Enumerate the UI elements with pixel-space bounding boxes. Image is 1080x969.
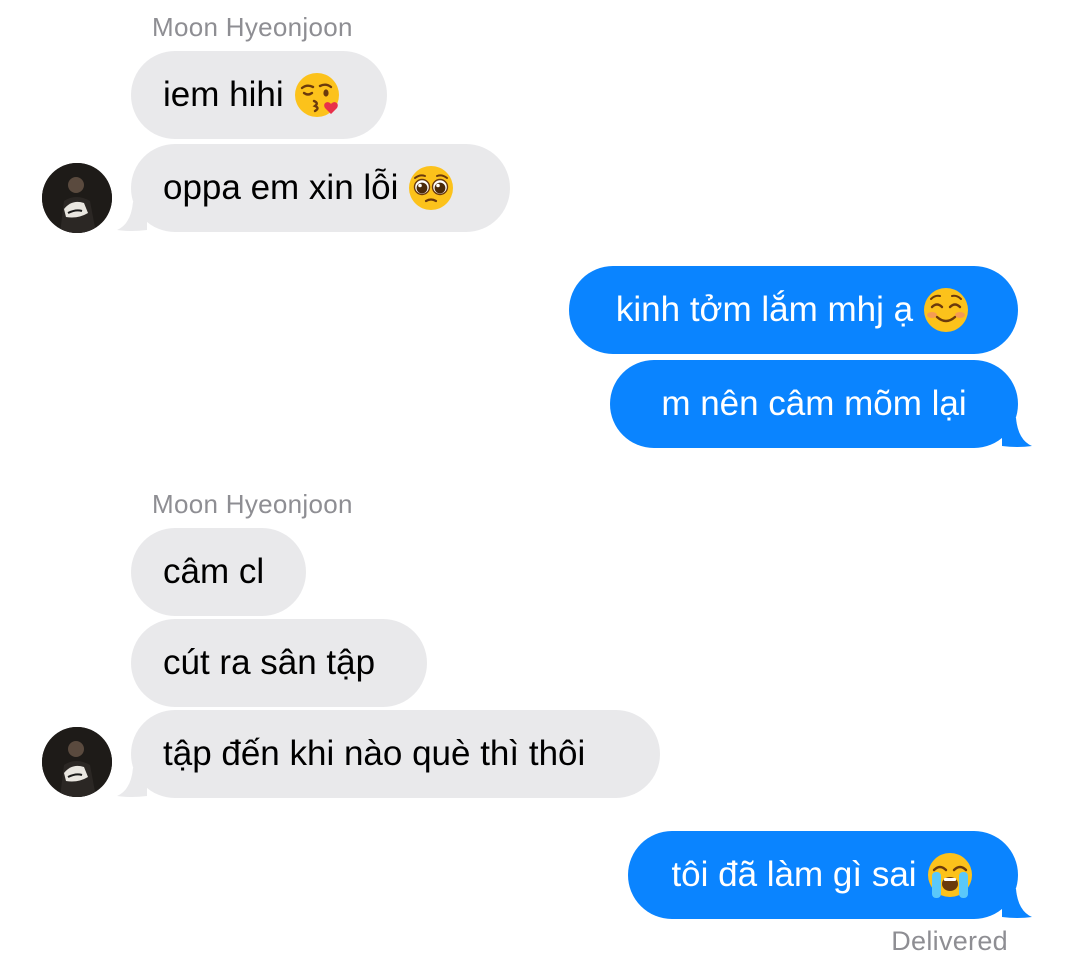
message-text: tôi đã làm gì sai: [671, 855, 917, 894]
smiling-face-emoji-icon: [921, 285, 971, 335]
sender-name: Moon Hyeonjoon: [152, 489, 353, 519]
avatar[interactable]: [42, 727, 112, 797]
message-text: cút ra sân tập: [163, 643, 376, 682]
message-text: oppa em xin lỗi: [163, 168, 399, 207]
pleading-face-emoji-icon: [406, 163, 456, 213]
avatar[interactable]: [42, 163, 112, 233]
incoming-message-bubble[interactable]: iem hihi: [131, 51, 387, 139]
message-text: câm cl: [163, 552, 265, 591]
delivery-status: Delivered: [891, 926, 1008, 956]
message-text: m nên câm mõm lại: [661, 384, 967, 423]
loudly-crying-face-emoji-icon: [925, 850, 975, 900]
outgoing-bubble-tail: [1002, 889, 1032, 918]
avatar-photo: [42, 163, 112, 233]
incoming-message-bubble[interactable]: cút ra sân tập: [131, 619, 427, 707]
message-text: kinh tởm lắm mhj ạ: [615, 290, 914, 329]
face-blowing-kiss-emoji-icon: [292, 70, 342, 120]
incoming-bubble-tail: [117, 768, 147, 797]
outgoing-message-bubble[interactable]: kinh tởm lắm mhj ạ: [569, 266, 1018, 354]
incoming-message-bubble[interactable]: câm cl: [131, 528, 306, 616]
outgoing-bubble-tail: [1002, 418, 1032, 447]
outgoing-message-bubble[interactable]: m nên câm mõm lại: [610, 360, 1018, 448]
incoming-message-bubble[interactable]: oppa em xin lỗi: [131, 144, 510, 232]
message-text: iem hihi: [163, 75, 284, 114]
outgoing-message-bubble[interactable]: tôi đã làm gì sai: [628, 831, 1018, 919]
incoming-bubble-tail: [117, 202, 147, 231]
sender-name: Moon Hyeonjoon: [152, 12, 353, 42]
message-text: tập đến khi nào què thì thôi: [163, 734, 586, 773]
avatar-photo: [42, 727, 112, 797]
message-thread: Moon Hyeonjoon iem hihi oppa em xin lỗi: [0, 0, 1080, 969]
incoming-message-bubble[interactable]: tập đến khi nào què thì thôi: [131, 710, 660, 798]
